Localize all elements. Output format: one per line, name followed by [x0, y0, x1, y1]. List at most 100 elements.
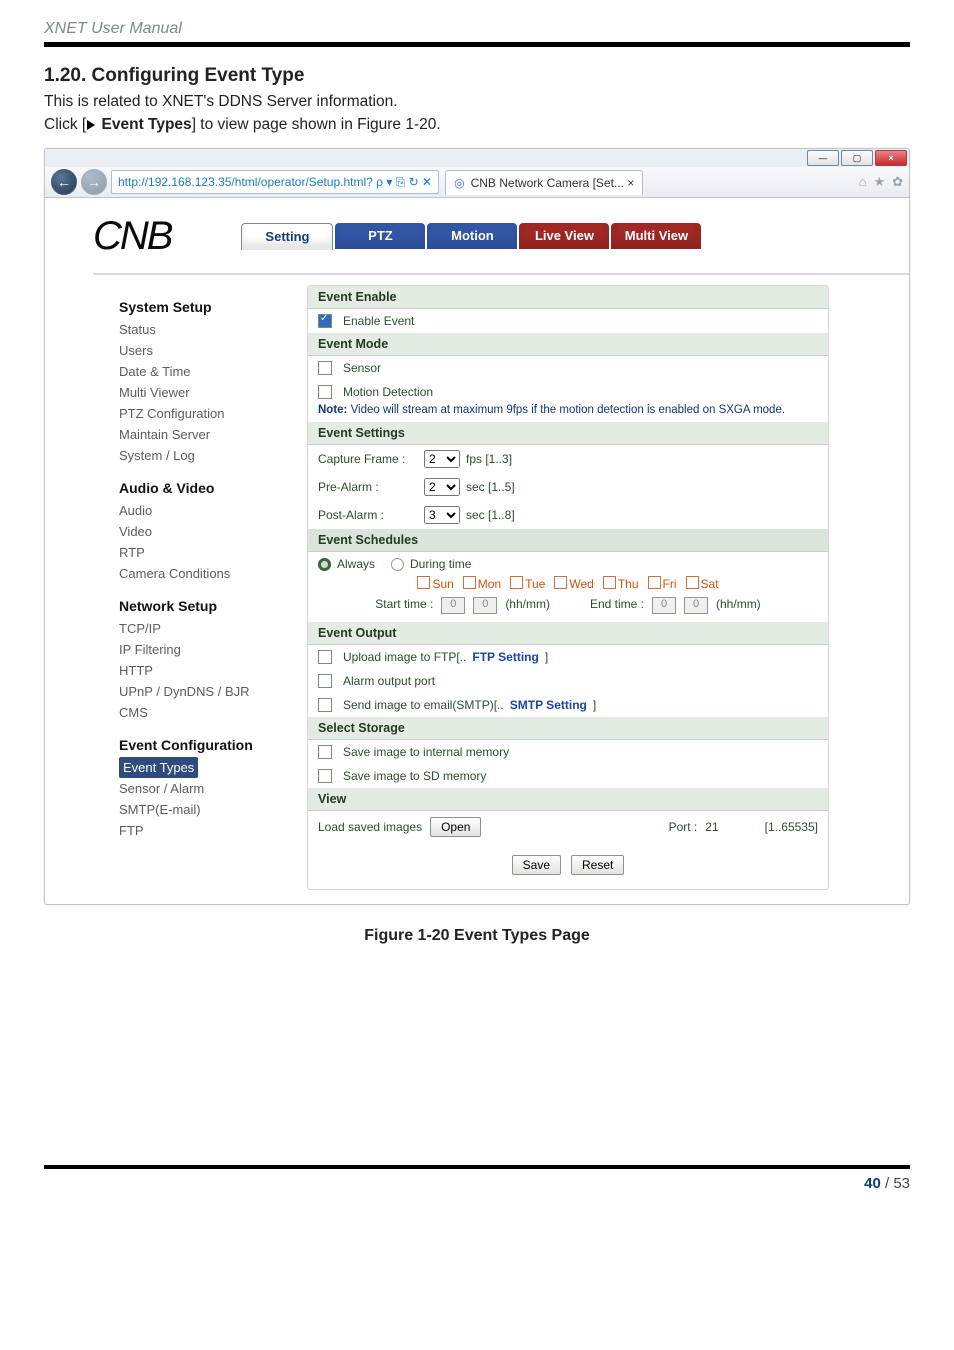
tab-favicon: ◎ — [454, 176, 464, 190]
sidebar-group-system: System Setup — [119, 299, 289, 315]
ck-sun[interactable] — [417, 576, 430, 589]
settings-icon[interactable]: ✿ — [892, 174, 903, 190]
sidebar-item-tcpip[interactable]: TCP/IP — [119, 618, 289, 639]
pre-alarm-select[interactable]: 2 — [424, 478, 460, 496]
sidebar-item-multiviewer[interactable]: Multi Viewer — [119, 382, 289, 403]
ck-sat[interactable] — [686, 576, 699, 589]
save-internal-checkbox[interactable] — [318, 745, 332, 759]
url-field[interactable]: http://192.168.123.35/html/operator/Setu… — [111, 170, 439, 194]
top-rule — [44, 42, 910, 47]
browser-tab[interactable]: ◎ CNB Network Camera [Set... × — [445, 170, 643, 195]
ck-thu[interactable] — [603, 576, 616, 589]
sidebar: System Setup Status Users Date & Time Mu… — [119, 285, 289, 890]
post-alarm-select[interactable]: 3 — [424, 506, 460, 524]
tab-live[interactable]: Live View — [519, 223, 609, 249]
lbl-wed: Wed — [569, 577, 593, 591]
window-close-button[interactable]: × — [875, 150, 907, 166]
sidebar-group-network: Network Setup — [119, 598, 289, 614]
top-tabs: Setting PTZ Motion Live View Multi View — [241, 223, 703, 250]
enable-event-checkbox[interactable] — [318, 314, 332, 328]
lbl-tue: Tue — [525, 577, 545, 591]
sensor-label: Sensor — [343, 361, 381, 375]
sidebar-item-http[interactable]: HTTP — [119, 660, 289, 681]
end-mm[interactable]: 0 — [684, 597, 708, 614]
ck-fri[interactable] — [648, 576, 661, 589]
sidebar-item-status[interactable]: Status — [119, 319, 289, 340]
sidebar-item-cameracond[interactable]: Camera Conditions — [119, 563, 289, 584]
window-max-button[interactable]: ▢ — [841, 150, 873, 166]
sidebar-item-upnp[interactable]: UPnP / DynDNS / BJR — [119, 681, 289, 702]
forward-button[interactable]: → — [81, 169, 107, 195]
reset-button[interactable]: Reset — [571, 855, 624, 875]
tab-multi[interactable]: Multi View — [611, 223, 701, 249]
alarm-output-label: Alarm output port — [343, 674, 435, 688]
back-button[interactable]: ← — [51, 169, 77, 195]
ck-tue[interactable] — [510, 576, 523, 589]
section-line2: Click [ Event Types] to view page shown … — [44, 116, 910, 134]
home-icon[interactable]: ⌂ — [859, 174, 867, 190]
smtp-send-checkbox[interactable] — [318, 698, 332, 712]
browser-window: — ▢ × ← → http://192.168.123.35/html/ope… — [44, 148, 910, 905]
tab-ptz[interactable]: PTZ — [335, 223, 425, 249]
sidebar-item-rtp[interactable]: RTP — [119, 542, 289, 563]
smtp-label-c: ] — [593, 698, 596, 712]
note-text: Video will stream at maximum 9fps if the… — [351, 404, 785, 416]
sidebar-item-eventtypes[interactable]: Event Types — [119, 757, 198, 778]
sidebar-group-av: Audio & Video — [119, 480, 289, 496]
capture-frame-select[interactable]: 2 — [424, 450, 460, 468]
sensor-checkbox[interactable] — [318, 361, 332, 375]
save-sd-checkbox[interactable] — [318, 769, 332, 783]
section-line1: This is related to XNET's DDNS Server in… — [44, 93, 910, 111]
head-event-mode: Event Mode — [308, 333, 828, 356]
sidebar-item-video[interactable]: Video — [119, 521, 289, 542]
footer-rule — [44, 1165, 910, 1169]
sidebar-item-smtp[interactable]: SMTP(E-mail) — [119, 799, 289, 820]
tab-motion[interactable]: Motion — [427, 223, 517, 249]
open-button[interactable]: Open — [430, 817, 481, 837]
ck-wed[interactable] — [554, 576, 567, 589]
start-hh[interactable]: 0 — [441, 597, 465, 614]
sidebar-item-audio[interactable]: Audio — [119, 500, 289, 521]
motion-checkbox[interactable] — [318, 385, 332, 399]
save-button[interactable]: Save — [512, 855, 561, 875]
smtp-setting-link[interactable]: SMTP Setting — [510, 698, 587, 712]
motion-label: Motion Detection — [343, 385, 433, 399]
line2-bold: Event Types — [102, 116, 192, 133]
head-event-enable: Event Enable — [308, 286, 828, 309]
sidebar-item-users[interactable]: Users — [119, 340, 289, 361]
lbl-fri: Fri — [663, 577, 677, 591]
sidebar-item-ptzconfig[interactable]: PTZ Configuration — [119, 403, 289, 424]
note-line: Note: Video will stream at maximum 9fps … — [308, 404, 828, 422]
favorite-icon[interactable]: ★ — [873, 174, 885, 190]
load-saved-label: Load saved images — [318, 820, 422, 834]
alarm-output-checkbox[interactable] — [318, 674, 332, 688]
sidebar-item-sensor[interactable]: Sensor / Alarm — [119, 778, 289, 799]
sidebar-item-ftp[interactable]: FTP — [119, 820, 289, 841]
head-event-output: Event Output — [308, 622, 828, 645]
window-min-button[interactable]: — — [807, 150, 839, 166]
tab-setting[interactable]: Setting — [241, 223, 333, 250]
sidebar-item-ipfilter[interactable]: IP Filtering — [119, 639, 289, 660]
head-view: View — [308, 788, 828, 811]
ck-mon[interactable] — [463, 576, 476, 589]
enable-event-label: Enable Event — [343, 314, 414, 328]
ftp-upload-checkbox[interactable] — [318, 650, 332, 664]
tab-title: CNB Network Camera [Set... × — [471, 176, 635, 190]
end-hh[interactable]: 0 — [652, 597, 676, 614]
sidebar-item-datetime[interactable]: Date & Time — [119, 361, 289, 382]
start-mm[interactable]: 0 — [473, 597, 497, 614]
sidebar-item-cms[interactable]: CMS — [119, 702, 289, 723]
pre-alarm-hint: sec [1..5] — [466, 480, 515, 494]
sidebar-item-maintain[interactable]: Maintain Server — [119, 424, 289, 445]
time-row: Start time : 0 0 (hh/mm) End time : 0 0 … — [308, 597, 828, 614]
during-radio[interactable] — [391, 558, 404, 571]
page-sep: / — [881, 1175, 894, 1192]
port-value: 21 — [705, 820, 718, 834]
head-event-settings: Event Settings — [308, 422, 828, 445]
ftp-setting-link[interactable]: FTP Setting — [472, 650, 538, 664]
always-radio[interactable] — [318, 558, 331, 571]
start-time-label: Start time : — [375, 597, 433, 614]
head-event-schedules: Event Schedules — [308, 529, 828, 552]
page-total: 53 — [893, 1175, 910, 1192]
sidebar-item-syslog[interactable]: System / Log — [119, 445, 289, 466]
